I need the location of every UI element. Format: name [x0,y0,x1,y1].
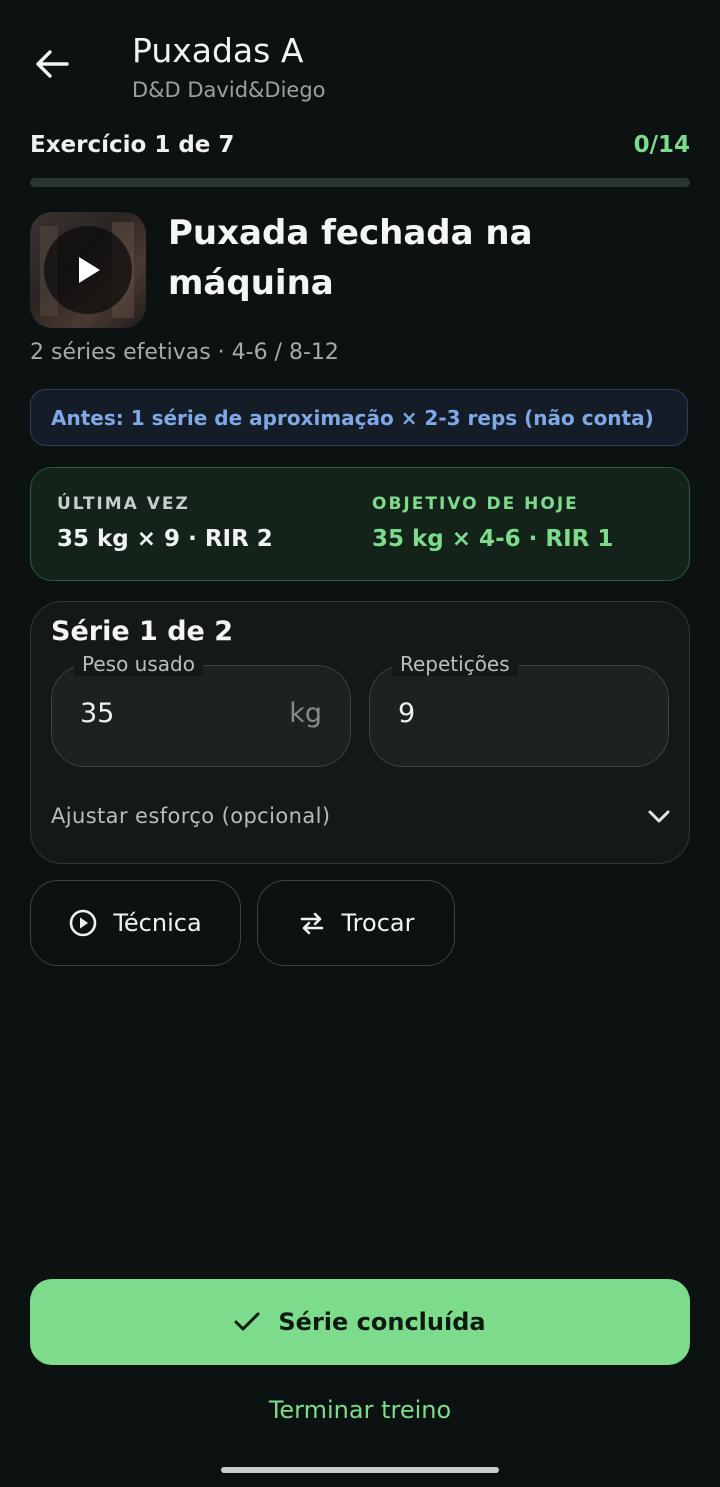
reps-label: Repetições [392,652,518,676]
exercise-progress-label: Exercício 1 de 7 [30,132,235,158]
comparison-card: ÚLTIMA VEZ 35 kg × 9 · RIR 2 OBJETIVO DE… [30,467,690,581]
weight-unit: kg [289,698,322,729]
warmup-note-text: Antes: 1 série de aproximação × 2-3 reps… [51,405,654,430]
swap-label: Trocar [341,909,415,937]
technique-button[interactable]: Técnica [30,880,241,966]
chevron-down-icon [648,810,670,823]
play-icon [79,257,100,283]
last-time-value: 35 kg × 9 · RIR 2 [57,526,273,552]
last-time-section: ÚLTIMA VEZ 35 kg × 9 · RIR 2 [57,494,273,552]
arrow-left-icon [36,50,69,78]
home-indicator [221,1467,499,1473]
set-title: Série 1 de 2 [51,616,234,647]
progress-bar [30,178,690,187]
effort-dropdown[interactable]: Ajustar esforço (opcional) [51,798,671,834]
swap-icon [300,912,323,935]
today-goal-section: OBJETIVO DE HOJE 35 kg × 4-6 · RIR 1 [372,494,613,552]
today-goal-value: 35 kg × 4-6 · RIR 1 [372,526,614,552]
technique-label: Técnica [113,909,202,937]
today-goal-label: OBJETIVO DE HOJE [372,494,579,514]
sets-info: 2 séries efetivas · 4-6 / 8-12 [30,340,339,365]
back-button[interactable] [30,40,74,88]
finish-workout-label: Terminar treino [268,1396,452,1424]
set-card: Série 1 de 2 Peso usado 35 kg Repetições… [30,601,690,864]
weight-field[interactable]: Peso usado 35 kg [51,652,351,767]
sets-progress-count: 0/14 [633,132,690,158]
weight-value: 35 [80,698,115,729]
warmup-note: Antes: 1 série de aproximação × 2-3 reps… [30,389,688,446]
effort-label: Ajustar esforço (opcional) [51,804,331,828]
swap-button[interactable]: Trocar [257,880,455,966]
finish-workout-button[interactable]: Terminar treino [0,1396,720,1424]
reps-field[interactable]: Repetições 9 [369,652,669,767]
complete-set-label: Série concluída [278,1308,486,1336]
last-time-label: ÚLTIMA VEZ [57,494,190,514]
play-circle-icon [70,909,97,937]
play-button[interactable] [44,226,132,314]
workout-subtitle: D&D David&Diego [132,78,326,102]
exercise-name: Puxada fechada na máquina [168,213,533,303]
check-icon [234,1312,260,1331]
reps-value: 9 [398,698,416,729]
workout-title: Puxadas A [132,31,304,70]
exercise-video-thumbnail[interactable] [30,212,146,328]
weight-label: Peso usado [74,652,203,676]
complete-set-button[interactable]: Série concluída [30,1279,690,1365]
